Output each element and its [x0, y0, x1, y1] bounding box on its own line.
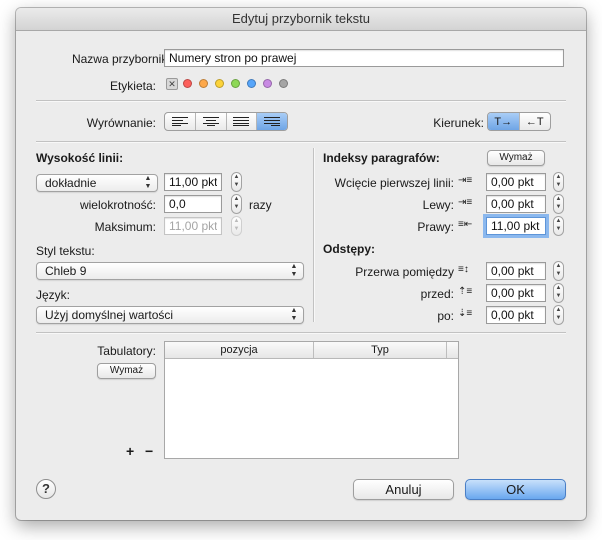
line-height-stepper[interactable]: ▲ ▼ [231, 172, 242, 192]
align-center-icon [202, 117, 219, 126]
text-style-value: Chleb 9 [45, 264, 87, 278]
popup-arrows-icon: ▲ ▼ [290, 263, 298, 278]
alignment-segmented-control [164, 112, 288, 131]
align-justify-icon [233, 117, 250, 126]
align-left-button[interactable] [165, 113, 196, 130]
line-max-label: Maksimum: [94, 220, 156, 234]
cancel-button[interactable]: Anuluj [353, 479, 454, 500]
no-tag-button[interactable]: ✕ [166, 78, 178, 90]
first-line-indent-label: Wcięcie pierwszej linii: [334, 176, 454, 190]
align-justify-right-icon [264, 117, 281, 126]
alignment-label: Wyrównanie: [86, 116, 156, 130]
language-value: Użyj domyślnej wartości [45, 308, 174, 322]
tag-color-dot[interactable] [279, 79, 288, 88]
line-spacing-icon: ≡↕ [458, 264, 469, 275]
space-after-icon: ⇣≡ [458, 308, 473, 319]
direction-rtl-button[interactable]: ←T [520, 113, 551, 130]
column-header-position[interactable]: pozycja [165, 342, 314, 358]
help-button[interactable]: ? [36, 479, 56, 499]
right-indent-icon: ≡⇤ [458, 219, 473, 230]
edit-text-toolbox-dialog: Edytuj przybornik tekstu Nazwa przyborni… [16, 8, 586, 520]
space-after-stepper[interactable]: ▲ ▼ [553, 305, 564, 325]
tag-color-dot[interactable] [199, 79, 208, 88]
line-multiple-unit: razy [249, 198, 272, 212]
tag-color-dot[interactable] [215, 79, 224, 88]
language-label: Język: [36, 288, 71, 302]
right-indent-field[interactable] [486, 217, 546, 235]
align-justify-right-button[interactable] [257, 113, 287, 130]
toolbox-name-input[interactable] [164, 49, 564, 67]
spacing-heading: Odstępy: [323, 242, 376, 256]
align-left-icon [171, 117, 188, 126]
left-indent-label: Lewy: [422, 198, 454, 212]
toolbox-name-label: Nazwa przybornika [71, 52, 174, 66]
column-divider [313, 148, 315, 322]
popup-arrows-icon: ▲ ▼ [290, 307, 298, 322]
tag-color-dot[interactable] [263, 79, 272, 88]
direction-label: Kierunek: [433, 116, 484, 130]
line-spacing-label: Przerwa pomiędzy [355, 265, 454, 279]
indents-heading: Indeksy paragrafów: [323, 151, 440, 165]
indents-clear-button[interactable]: Wymaż [487, 150, 545, 166]
line-max-field[interactable] [164, 217, 222, 235]
first-line-indent-field[interactable] [486, 173, 546, 191]
add-tab-button[interactable]: + [126, 443, 134, 459]
tag-color-dot[interactable] [247, 79, 256, 88]
tag-color-dot[interactable] [183, 79, 192, 88]
line-height-mode-value: dokładnie [45, 176, 97, 190]
tabs-clear-button[interactable]: Wymaż [97, 363, 156, 379]
right-indent-label: Prawy: [417, 220, 454, 234]
remove-tab-button[interactable]: − [145, 443, 153, 459]
line-height-mode-popup[interactable]: dokładnie ▲ ▼ [36, 174, 158, 192]
text-style-popup[interactable]: Chleb 9 ▲ ▼ [36, 262, 304, 280]
divider-middle [36, 141, 566, 143]
space-before-icon: ⇡≡ [458, 286, 473, 297]
tabs-table-header: pozycja Typ [165, 342, 458, 359]
window-title: Edytuj przybornik tekstu [16, 8, 586, 31]
ok-button[interactable]: OK [465, 479, 566, 500]
align-center-button[interactable] [196, 113, 227, 130]
direction-segmented-control: T→ ←T [487, 112, 551, 131]
language-popup[interactable]: Użyj domyślnej wartości ▲ ▼ [36, 306, 304, 324]
line-multiple-label: wielokrotność: [79, 198, 156, 212]
direction-ltr-button[interactable]: T→ [488, 113, 520, 130]
line-max-stepper[interactable]: ▲ ▼ [231, 216, 242, 236]
tag-label: Etykieta: [109, 79, 156, 93]
left-indent-field[interactable] [486, 195, 546, 213]
line-height-heading: Wysokość linii: [36, 151, 124, 165]
first-line-indent-stepper[interactable]: ▲ ▼ [553, 172, 564, 192]
space-before-stepper[interactable]: ▲ ▼ [553, 283, 564, 303]
space-before-label: przed: [420, 287, 454, 301]
divider-top [36, 100, 566, 102]
first-line-indent-icon: ⇥≡ [458, 175, 473, 186]
line-spacing-field[interactable] [486, 262, 546, 280]
column-header-type[interactable]: Typ [314, 342, 447, 358]
popup-arrows-icon: ▲ ▼ [144, 175, 152, 190]
space-before-field[interactable] [486, 284, 546, 302]
align-justify-button[interactable] [227, 113, 258, 130]
tabs-label: Tabulatory: [97, 344, 156, 358]
line-spacing-stepper[interactable]: ▲ ▼ [553, 261, 564, 281]
line-height-value-field[interactable] [164, 173, 222, 191]
right-indent-stepper[interactable]: ▲ ▼ [553, 216, 564, 236]
tabs-table[interactable]: pozycja Typ [164, 341, 459, 459]
line-multiple-stepper[interactable]: ▲ ▼ [231, 194, 242, 214]
left-indent-icon: ⇥≡ [458, 197, 473, 208]
tag-color-dot[interactable] [231, 79, 240, 88]
divider-bottom [36, 332, 566, 334]
space-after-label: po: [437, 309, 454, 323]
line-multiple-field[interactable] [164, 195, 222, 213]
left-indent-stepper[interactable]: ▲ ▼ [553, 194, 564, 214]
text-style-label: Styl tekstu: [36, 244, 95, 258]
space-after-field[interactable] [486, 306, 546, 324]
